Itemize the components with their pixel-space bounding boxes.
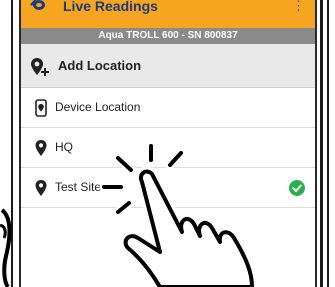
location-label: HQ xyxy=(55,140,73,154)
map-pin-icon xyxy=(35,140,47,156)
location-row[interactable]: Test Site #3 xyxy=(21,168,315,208)
add-location-button[interactable]: Add Location xyxy=(21,44,315,88)
app-title: Live Readings xyxy=(63,0,158,14)
location-label: Device Location xyxy=(55,100,141,114)
device-location-icon xyxy=(35,99,47,117)
add-location-icon xyxy=(31,58,49,76)
location-label: Test Site #3 xyxy=(55,180,118,194)
add-location-label: Add Location xyxy=(58,58,142,73)
selected-check-icon xyxy=(289,180,305,196)
phone-screen: Live Readings ⋮ Aqua TROLL 600 - SN 8008… xyxy=(19,0,317,287)
right-frame xyxy=(317,0,335,287)
location-row[interactable]: Device Location xyxy=(21,88,315,128)
map-pin-icon xyxy=(35,180,47,196)
back-logo-icon[interactable] xyxy=(25,0,47,16)
location-row[interactable]: HQ xyxy=(21,128,315,168)
device-banner: Aqua TROLL 600 - SN 800837 xyxy=(21,28,315,44)
overflow-menu-icon[interactable]: ⋮ xyxy=(292,0,305,14)
left-frame xyxy=(0,0,14,287)
app-bar: Live Readings ⋮ xyxy=(21,0,315,28)
